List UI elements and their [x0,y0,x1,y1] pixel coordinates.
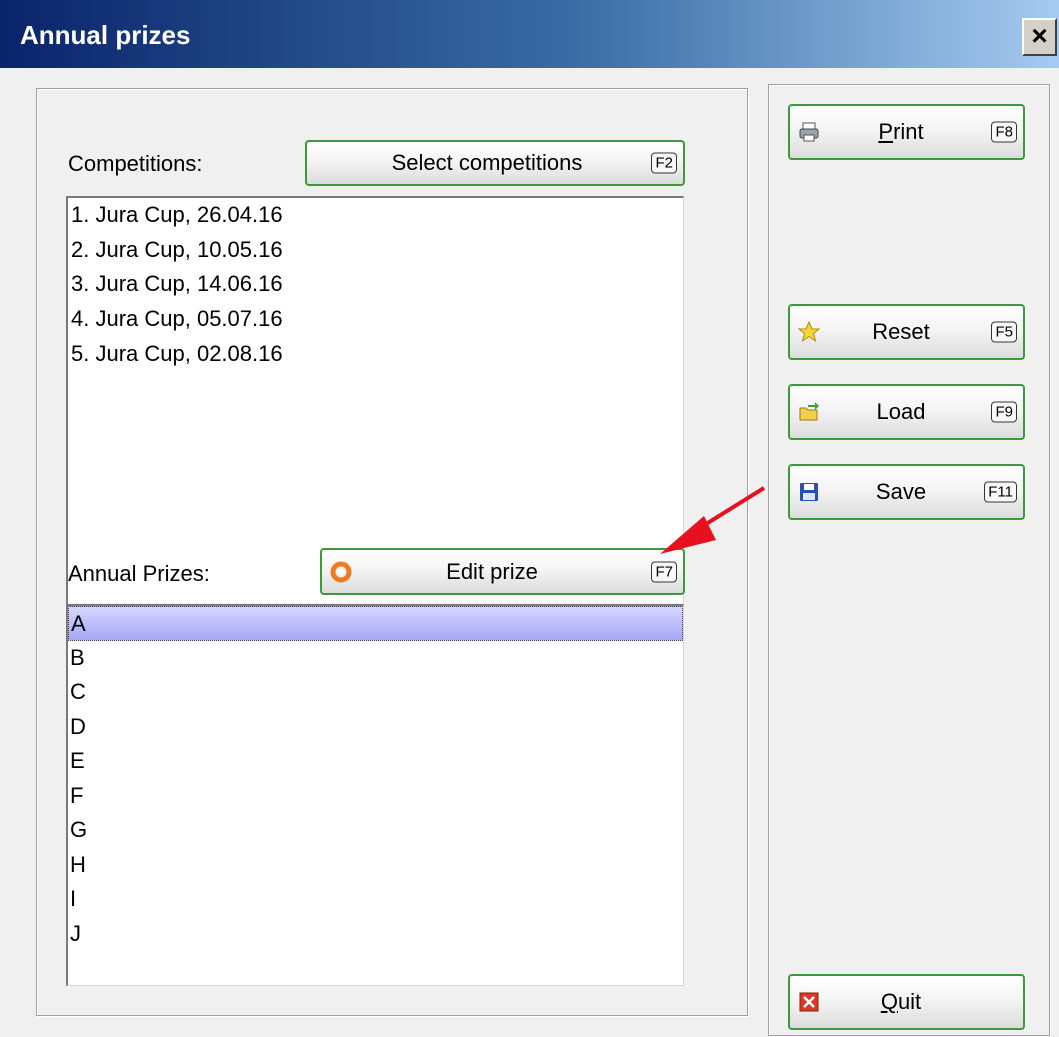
list-item[interactable]: 4. Jura Cup, 05.07.16 [68,302,683,337]
lifebuoy-icon [330,561,352,582]
load-label: Load [876,399,926,424]
list-item[interactable]: H [68,848,683,883]
competitions-label: Competitions: [68,151,203,176]
list-item[interactable]: C [68,675,683,710]
select-competitions-label: Select competitions [391,150,583,175]
list-item[interactable]: I [68,882,683,917]
f11-key-hint: F11 [984,481,1017,503]
window-title: Annual prizes [20,20,191,50]
print-button[interactable]: Print F8 [788,104,1025,160]
list-item[interactable]: G [68,813,683,848]
edit-prize-button[interactable]: Edit prize F7 [320,548,685,595]
reset-label: Reset [872,319,930,344]
dialog-body: Competitions: Select competitions F2 1. … [0,68,1059,1037]
list-item[interactable]: 3. Jura Cup, 14.06.16 [68,267,683,302]
annotation-arrow-icon [660,486,766,554]
f9-key-hint: F9 [991,401,1017,423]
quit-label: Quit [880,989,922,1014]
floppy-disk-icon [800,483,818,501]
list-item[interactable]: 1. Jura Cup, 26.04.16 [68,198,683,233]
save-label: Save [875,479,927,504]
list-item[interactable]: 5. Jura Cup, 02.08.16 [68,337,683,372]
list-item[interactable]: 2. Jura Cup, 10.05.16 [68,233,683,268]
list-item-selected[interactable]: A [68,606,683,641]
printer-icon [799,122,819,142]
close-icon [799,992,819,1012]
list-item[interactable]: B [68,641,683,676]
reset-button[interactable]: Reset F5 [788,304,1025,360]
load-button[interactable]: Load F9 [788,384,1025,440]
list-item[interactable]: J [68,917,683,952]
f2-key-hint: F2 [651,152,677,174]
f5-key-hint: F5 [991,321,1017,343]
list-item[interactable]: E [68,744,683,779]
open-folder-icon [799,402,819,421]
list-item[interactable]: D [68,710,683,745]
save-button[interactable]: Save F11 [788,464,1025,520]
annual-prizes-label: Annual Prizes: [68,561,210,586]
star-icon [798,321,820,343]
print-label: Print [878,119,924,144]
edit-prize-label: Edit prize [446,558,538,584]
competitions-list[interactable]: 1. Jura Cup, 26.04.16 2. Jura Cup, 10.05… [66,196,684,608]
close-button[interactable]: × [1022,18,1057,56]
title-bar: Annual prizes × [0,0,1059,68]
quit-button[interactable]: Quit [788,974,1025,1030]
annual-prizes-list[interactable]: A B C D E F G H I J [66,604,684,986]
select-competitions-button[interactable]: Select competitions F2 [305,140,685,186]
list-item[interactable]: F [68,779,683,814]
f8-key-hint: F8 [991,121,1017,143]
right-panel [768,84,1050,1036]
